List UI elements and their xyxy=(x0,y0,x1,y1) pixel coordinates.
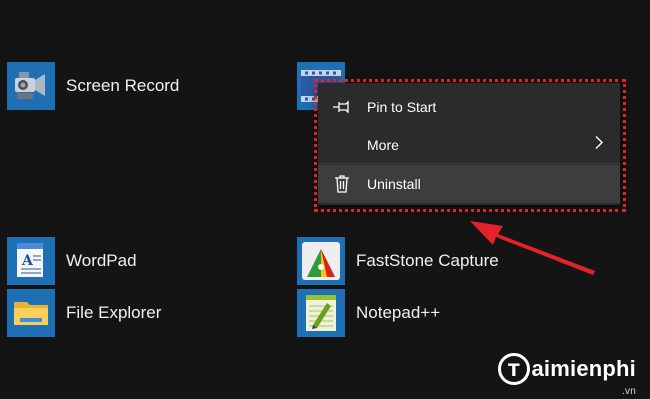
notepad-plus-plus-icon xyxy=(297,289,345,337)
tile-file-explorer[interactable]: File Explorer xyxy=(7,289,161,337)
svg-text:A: A xyxy=(21,253,34,269)
tile-notepad-plus-plus[interactable]: Notepad++ xyxy=(297,289,440,337)
faststone-capture-icon xyxy=(297,237,345,285)
watermark-suffix: .vn xyxy=(622,386,636,397)
tile-wordpad[interactable]: A WordPad xyxy=(7,237,137,285)
tile-label: File Explorer xyxy=(66,303,162,322)
tile-label: WordPad xyxy=(66,251,137,270)
svg-text:T: T xyxy=(508,361,520,381)
tile-screen-record[interactable]: Screen Record xyxy=(7,62,179,110)
highlight-frame xyxy=(314,79,626,212)
watermark-logo-icon: T xyxy=(497,353,530,385)
tile-label: Notepad++ xyxy=(356,303,441,322)
screen-record-icon xyxy=(7,62,55,110)
annotation-arrow-icon xyxy=(470,221,595,275)
wordpad-icon: A xyxy=(7,237,55,285)
tile-label: Screen Record xyxy=(66,76,180,95)
watermark-logo: T aimienphi .vn xyxy=(497,353,637,397)
folder-icon xyxy=(7,289,55,337)
watermark-brand: aimienphi xyxy=(531,356,636,381)
